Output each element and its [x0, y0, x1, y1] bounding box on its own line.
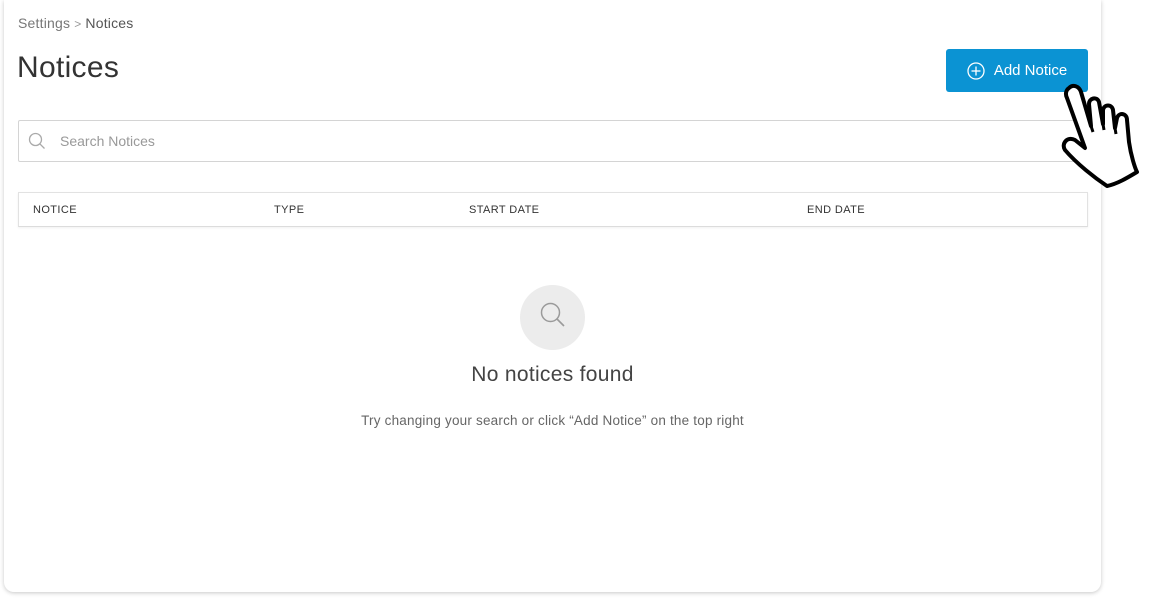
search-input[interactable]: [58, 132, 962, 150]
breadcrumb-separator: >: [74, 17, 82, 31]
breadcrumb-item-notices: Notices: [85, 15, 134, 31]
empty-state-hint: Try changing your search or click “Add N…: [361, 413, 744, 428]
search-box[interactable]: [18, 120, 1086, 162]
main-card: Settings>Notices Notices Add Notice NOTI…: [4, 0, 1101, 592]
add-notice-label: Add Notice: [993, 62, 1068, 79]
table-header: NOTICE TYPE START DATE END DATE: [18, 192, 1088, 227]
page-title: Notices: [17, 51, 120, 84]
column-header-notice[interactable]: NOTICE: [33, 204, 77, 216]
column-header-type[interactable]: TYPE: [274, 204, 304, 216]
column-header-end-date[interactable]: END DATE: [807, 204, 865, 216]
hand-pointer-icon: [1055, 80, 1155, 190]
breadcrumb: Settings > Notices: [18, 15, 134, 31]
empty-state-icon-circle: [520, 285, 585, 350]
search-icon: [538, 300, 568, 335]
empty-state-title: No notices found: [471, 363, 634, 386]
plus-circle-icon: [967, 61, 985, 80]
breadcrumb-item-settings[interactable]: Settings: [18, 15, 70, 31]
search-icon: [28, 132, 46, 150]
column-header-start-date[interactable]: START DATE: [469, 204, 539, 216]
